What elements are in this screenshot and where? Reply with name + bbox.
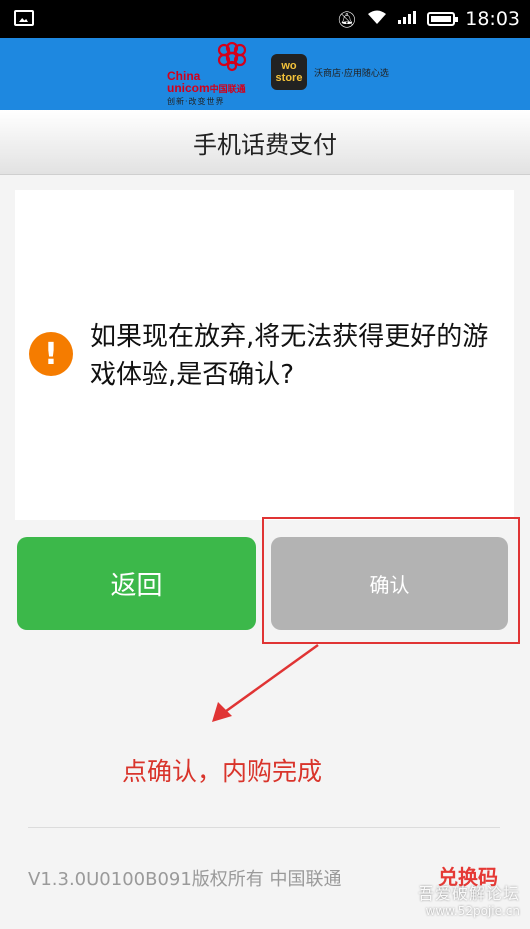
status-bar: 🔕︎ 18:03 [0, 0, 530, 38]
wo-store-tagline: 沃商店·应用随心选 [314, 69, 389, 79]
confirm-dialog-card: ! 如果现在放弃,将无法获得更好的游戏体验,是否确认? [15, 190, 514, 520]
signal-icon [397, 9, 417, 29]
highlight-box [262, 517, 520, 644]
china-unicom-wordmark: China unicom中国联通 [167, 69, 246, 95]
battery-icon [427, 12, 459, 26]
title-bar: 手机话费支付 [0, 110, 530, 175]
annotation-text: 点确认，内购完成 [122, 757, 323, 786]
warning-icon: ! [29, 332, 73, 376]
unicom-slogan: 创新·改变世界 [167, 97, 225, 106]
dialog-message: 如果现在放弃,将无法获得更好的游戏体验,是否确认? [90, 322, 489, 390]
annotation-arrow-icon [212, 643, 319, 722]
image-icon [14, 10, 34, 26]
status-icons: 🔕︎ 18:03 [337, 0, 520, 38]
page-title: 手机话费支付 [193, 130, 337, 159]
back-button[interactable]: 返回 [17, 537, 256, 630]
wo-store-logo-icon: wo store [271, 54, 307, 90]
china-unicom-logo-icon [217, 42, 247, 72]
mute-icon: 🔕︎ [336, 9, 358, 29]
copyright-text: V1.3.0U0100B091版权所有 中国联通 [28, 869, 342, 890]
status-time: 18:03 [465, 8, 520, 30]
brand-logos: China unicom中国联通 创新·改变世界 wo store 沃商店·应用… [167, 42, 389, 106]
wifi-icon [367, 9, 387, 29]
watermark: 吾爱破解论坛 www.52pojie.cn [417, 884, 520, 918]
footer-divider [28, 827, 500, 828]
